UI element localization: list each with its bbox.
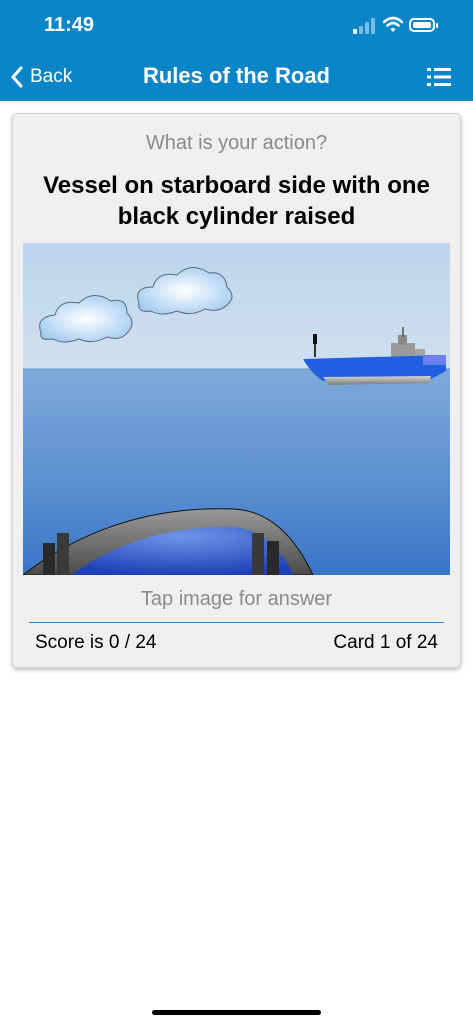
signal-icon bbox=[353, 18, 377, 34]
question-prompt: What is your action? bbox=[145, 132, 328, 154]
black-cylinder-shape bbox=[313, 334, 317, 344]
status-icons bbox=[353, 16, 443, 38]
page-title: Rules of the Road bbox=[142, 63, 330, 88]
question-text: Vessel on starboard side with one black … bbox=[43, 172, 430, 230]
home-indicator[interactable] bbox=[152, 1010, 321, 1015]
card-count-label: Card 1 of 24 bbox=[333, 632, 438, 653]
list-icon[interactable] bbox=[427, 66, 451, 88]
question-card: What is your action? Vessel on starboard… bbox=[12, 113, 461, 668]
divider bbox=[29, 622, 444, 623]
scene-image[interactable] bbox=[23, 243, 450, 575]
status-time: 11:49 bbox=[44, 14, 95, 36]
battery-icon bbox=[409, 18, 438, 32]
tap-hint: Tap image for answer bbox=[140, 588, 333, 610]
score-label: Score is 0 / 24 bbox=[35, 632, 157, 653]
app-header: 11:49 Back Rules of the Road bbox=[0, 0, 473, 101]
wifi-icon bbox=[383, 16, 403, 32]
